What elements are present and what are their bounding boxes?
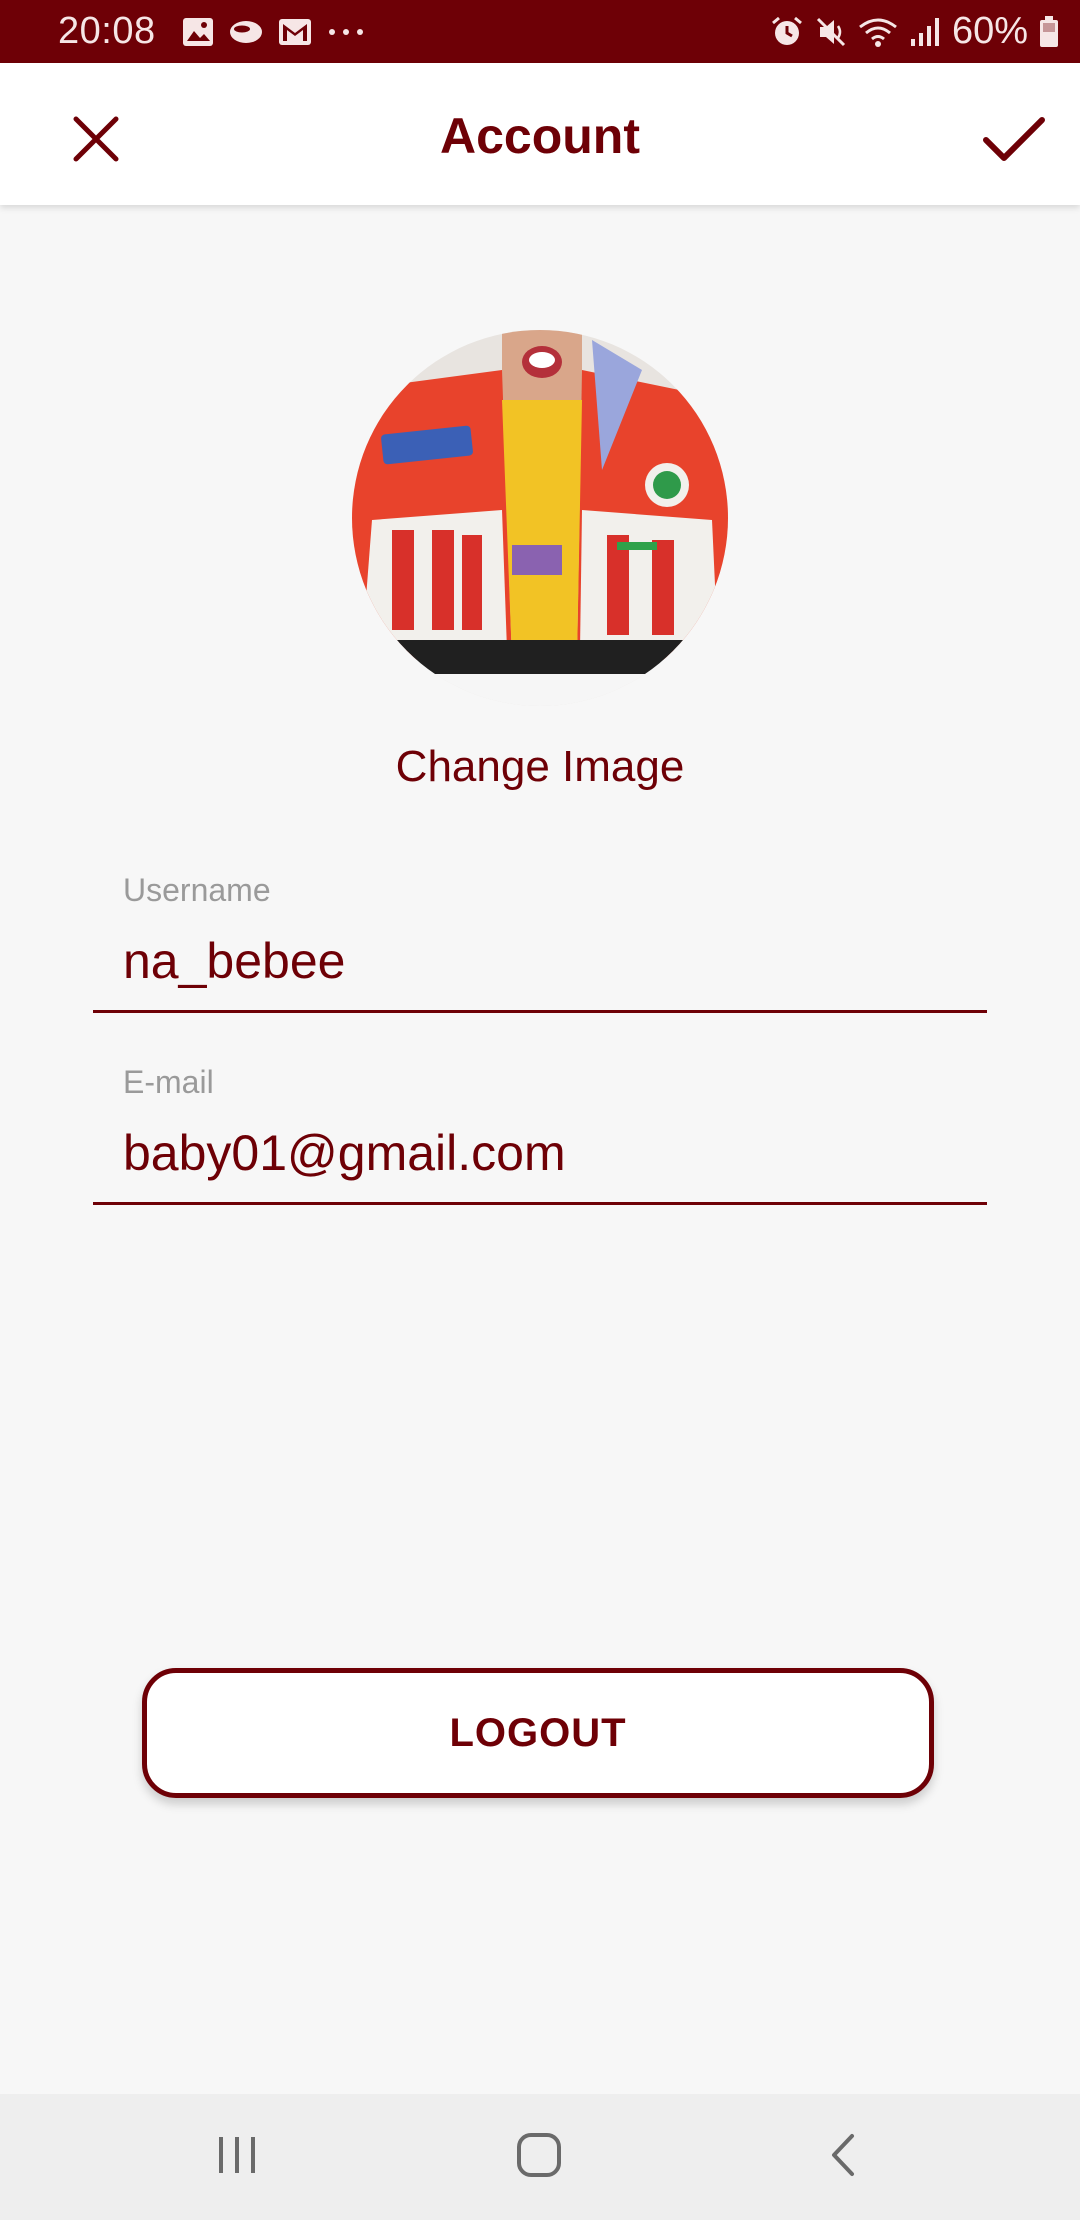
signal-icon: [908, 15, 942, 49]
confirm-button[interactable]: [976, 103, 1052, 179]
email-label: E-mail: [123, 1064, 214, 1100]
wifi-icon: [858, 15, 898, 49]
logout-button[interactable]: LOGOUT: [142, 1668, 934, 1798]
gallery-icon: [182, 17, 214, 47]
home-icon: [516, 2132, 562, 2183]
account-screen: 20:08 60% Account Change Image Username …: [0, 0, 1080, 2220]
change-image-button[interactable]: Change Image: [0, 742, 1080, 792]
system-nav-bar: [0, 2094, 1080, 2220]
more-dots-icon: [326, 17, 366, 47]
status-bar: 20:08 60%: [0, 0, 1080, 63]
battery-icon: [1038, 15, 1060, 49]
avatar[interactable]: [352, 330, 728, 706]
gmail-icon: [278, 17, 312, 47]
alarm-icon: [770, 15, 804, 49]
back-icon: [828, 2132, 858, 2183]
cloud-icon: [228, 17, 264, 47]
status-time: 20:08: [58, 10, 156, 52]
email-field[interactable]: E-mail baby01@gmail.com: [93, 1062, 987, 1207]
battery-percent: 60%: [951, 10, 1028, 52]
notification-icons: [182, 17, 366, 47]
avatar-photo: [352, 330, 728, 706]
app-bar: Account: [0, 63, 1080, 205]
email-input[interactable]: baby01@gmail.com: [123, 1124, 963, 1182]
mute-icon: [814, 15, 848, 49]
recents-button[interactable]: [202, 2124, 272, 2190]
username-label: Username: [123, 872, 271, 908]
username-input[interactable]: na_bebee: [123, 932, 963, 990]
home-button[interactable]: [504, 2124, 574, 2190]
status-right: 60%: [770, 0, 1060, 63]
back-button[interactable]: [808, 2124, 878, 2190]
email-underline: [93, 1202, 987, 1205]
page-title: Account: [440, 108, 640, 164]
check-icon: [982, 114, 1046, 169]
username-underline: [93, 1010, 987, 1013]
username-field[interactable]: Username na_bebee: [93, 870, 987, 1015]
recents-icon: [215, 2135, 259, 2180]
status-left: 20:08: [58, 0, 366, 63]
